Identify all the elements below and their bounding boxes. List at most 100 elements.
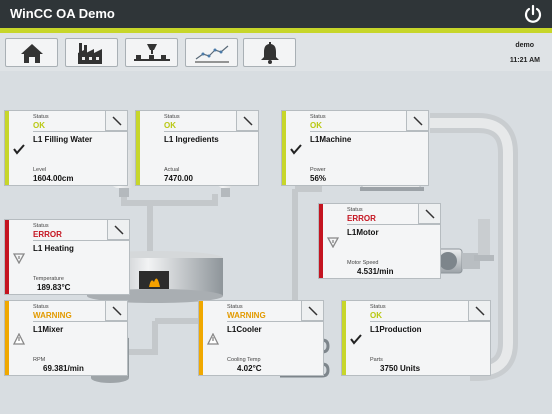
status-value: OK	[310, 121, 322, 130]
metric-value: 7470.00	[164, 174, 193, 183]
power-button[interactable]	[522, 3, 544, 25]
edit-button[interactable]	[468, 301, 490, 321]
status-bar	[5, 111, 9, 185]
card-title: L1Cooler	[227, 325, 262, 334]
status-bar	[5, 220, 9, 294]
warning-triangle-icon	[13, 333, 25, 345]
metric-value: 3750 Units	[380, 364, 421, 373]
status-value: OK	[164, 121, 176, 130]
factory-icon	[77, 42, 102, 64]
home-icon	[20, 43, 43, 63]
card-l1-production[interactable]: Status OK L1Production Parts 3750 Units	[341, 300, 491, 376]
metric-value: 4.02°C	[237, 364, 262, 373]
toolbar: demo 11:21 AM	[0, 33, 552, 71]
status-value: OK	[33, 121, 45, 130]
card-l1-mixer[interactable]: Status WARNING L1Mixer RPM 69.381/min	[4, 300, 128, 376]
status-bar	[5, 301, 9, 375]
edit-button[interactable]	[418, 204, 440, 224]
pencil-icon	[413, 116, 423, 126]
card-title: L1Motor	[347, 228, 379, 237]
metric-label: RPM	[33, 357, 46, 363]
metric-value: 69.381/min	[43, 364, 84, 373]
trend-chart-icon	[194, 45, 229, 62]
status-bar	[319, 204, 323, 278]
warning-triangle-icon	[207, 333, 219, 345]
header-divider	[310, 131, 428, 132]
header-divider	[370, 321, 490, 322]
status-value: ERROR	[347, 214, 376, 223]
metric-label: Temperature	[33, 276, 64, 282]
metric-value: 1604.00cm	[33, 174, 74, 183]
metric-label: Actual	[164, 167, 180, 173]
metric-value: 189.83°C	[37, 283, 71, 292]
card-title: L1 Ingredients	[164, 135, 219, 144]
card-l1-ingredients[interactable]: Status OK L1 Ingredients Actual 7470.00	[135, 110, 259, 186]
edit-button[interactable]	[105, 301, 127, 321]
power-icon	[524, 4, 542, 23]
status-label: Status	[347, 207, 363, 213]
production-line-button[interactable]	[125, 38, 178, 67]
status-label: Status	[227, 304, 243, 310]
metric-label: Cooling Temp	[227, 357, 261, 363]
error-triangle-icon	[13, 253, 25, 264]
plant-overview: Status OK L1 Filling Water Level 1604.00…	[0, 71, 552, 414]
edit-button[interactable]	[406, 111, 428, 131]
status-bar	[136, 111, 140, 185]
clock: 11:21 AM	[509, 57, 540, 64]
status-bar	[282, 111, 286, 185]
alarms-button[interactable]	[243, 38, 296, 67]
status-value: WARNING	[227, 311, 266, 320]
pencil-icon	[114, 225, 124, 235]
pencil-icon	[308, 306, 318, 316]
header-divider	[347, 224, 440, 225]
status-bar	[342, 301, 346, 375]
status-label: Status	[310, 114, 326, 120]
card-l1-machine[interactable]: Status OK L1Machine Power 56%	[281, 110, 429, 186]
pencil-icon	[112, 116, 122, 126]
header-divider	[227, 321, 323, 322]
home-button[interactable]	[5, 38, 58, 67]
metric-label: Parts	[370, 357, 383, 363]
status-label: Status	[370, 304, 386, 310]
header-divider	[164, 131, 258, 132]
metric-label: Motor Speed	[347, 260, 379, 266]
status-label: Status	[33, 114, 49, 120]
status-value: WARNING	[33, 311, 72, 320]
card-l1-filling-water[interactable]: Status OK L1 Filling Water Level 1604.00…	[4, 110, 128, 186]
title-bar: WinCC OA Demo	[0, 0, 552, 28]
metric-value: 56%	[310, 174, 327, 183]
status-label: Status	[33, 223, 49, 229]
trends-button[interactable]	[185, 38, 238, 67]
header-divider	[33, 240, 129, 241]
status-value: ERROR	[33, 230, 62, 239]
check-icon	[13, 144, 25, 155]
edit-button[interactable]	[236, 111, 258, 131]
card-l1-cooler[interactable]: Status WARNING L1Cooler Cooling Temp 4.0…	[198, 300, 324, 376]
edit-button[interactable]	[301, 301, 323, 321]
alarm-bell-icon	[260, 41, 279, 64]
pencil-icon	[243, 116, 253, 126]
error-triangle-icon	[327, 237, 339, 248]
status-bar	[199, 301, 203, 375]
factory-button[interactable]	[65, 38, 118, 67]
card-title: L1 Filling Water	[33, 135, 93, 144]
conveyor-icon	[133, 43, 170, 61]
status-label: Status	[164, 114, 180, 120]
card-l1-heating[interactable]: Status ERROR L1 Heating Temperature 189.…	[4, 219, 130, 295]
check-icon	[350, 334, 362, 345]
metric-label: Level	[33, 167, 47, 173]
card-l1-motor[interactable]: Status ERROR L1Motor Motor Speed 4.531/m…	[318, 203, 441, 279]
pencil-icon	[112, 306, 122, 316]
header-divider	[33, 321, 127, 322]
pencil-icon	[475, 306, 485, 316]
card-title: L1Production	[370, 325, 422, 334]
header-divider	[33, 131, 127, 132]
metric-label: Power	[310, 167, 326, 173]
metric-value: 4.531/min	[357, 267, 394, 276]
edit-button[interactable]	[107, 220, 129, 240]
card-title: L1Mixer	[33, 325, 64, 334]
user-name: demo	[515, 42, 534, 49]
app-title: WinCC OA Demo	[10, 6, 115, 21]
edit-button[interactable]	[105, 111, 127, 131]
card-title: L1 Heating	[33, 244, 74, 253]
